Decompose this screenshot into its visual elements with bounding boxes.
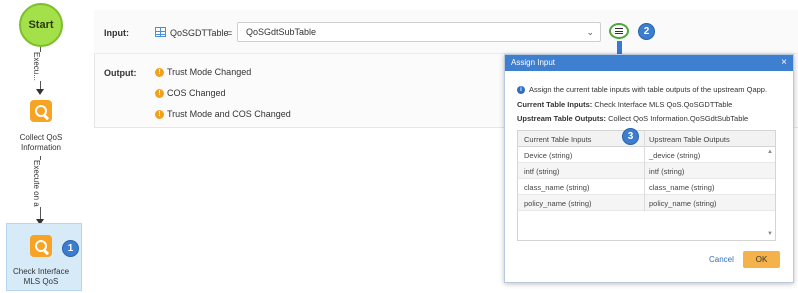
qapp-icon[interactable] [30,100,52,122]
row-output[interactable]: intf (string) [649,167,684,176]
current-inputs-label: Current Table Inputs: [517,100,593,109]
node-collect-qos-label[interactable]: Collect QoS Information [10,133,72,153]
dialog-title: Assign Input [511,58,556,67]
row-input: class_name (string) [524,183,590,192]
row-input: policy_name (string) [524,199,592,208]
table-header: Current Table Inputs Upstream Table Outp… [518,131,775,147]
info-icon: i [517,86,525,94]
output-item: COS Changed [167,88,226,98]
row-input: Device (string) [524,151,573,160]
column-header-current: Current Table Inputs [524,135,592,144]
close-icon[interactable]: × [781,56,787,69]
output-label: Output: [104,68,137,78]
upstream-outputs-label: Upstream Table Outputs: [517,114,607,123]
output-item: Trust Mode and COS Changed [167,109,291,119]
output-item: Trust Mode Changed [167,67,252,77]
edge-label-execute-on[interactable]: Execute on a [30,160,42,207]
equals-sign: = [227,28,233,38]
flow-arrowhead [36,89,44,95]
input-label: Input: [104,28,129,38]
row-output[interactable]: policy_name (string) [649,199,717,208]
flow-canvas: Start Execu... Collect QoS Information E… [0,0,85,293]
mapping-table: Current Table Inputs Upstream Table Outp… [517,130,776,241]
input-variable-name: QoSGDTTable [170,28,229,38]
warning-icon: ! [155,89,164,98]
edge-label-execute[interactable]: Execu... [30,52,42,81]
table-row[interactable]: policy_name (string) policy_name (string… [518,195,775,211]
table-icon [155,27,166,37]
column-header-upstream: Upstream Table Outputs [649,135,730,144]
menu-icon [615,28,623,34]
step-badge-2: 2 [638,23,655,40]
scroll-down-icon[interactable]: ▼ [767,231,773,237]
row-input: intf (string) [524,167,560,176]
table-row[interactable]: Device (string) _device (string) [518,147,775,163]
chevron-down-icon: ⌄ [586,27,594,37]
qapp-icon[interactable] [30,235,52,257]
cancel-button[interactable]: Cancel [709,255,734,264]
warning-icon: ! [155,110,164,119]
scroll-up-icon[interactable]: ▲ [767,149,773,155]
current-inputs-line: Current Table Inputs: Check Interface ML… [517,100,732,109]
input-source-select[interactable]: QoSGdtSubTable ⌄ [237,22,601,42]
row-output[interactable]: _device (string) [649,151,700,160]
step-badge-3: 3 [622,128,639,145]
ok-button[interactable]: OK [743,251,780,268]
assign-input-dialog: Assign Input × i Assign the current tabl… [504,54,794,283]
dialog-info-text: Assign the current table inputs with tab… [529,85,768,94]
step-badge-1: 1 [62,240,79,257]
row-output[interactable]: class_name (string) [649,183,714,192]
node-check-interface-label[interactable]: Check Interface MLS QoS [6,267,76,287]
upstream-outputs-line: Upstream Table Outputs: Collect QoS Info… [517,114,748,123]
table-row[interactable]: intf (string) intf (string) [518,163,775,179]
column-divider [644,131,645,211]
start-label: Start [28,19,54,31]
input-source-value: QoSGdtSubTable [246,27,317,37]
start-node[interactable]: Start [19,3,63,47]
dialog-header: Assign Input × [505,55,793,71]
upstream-outputs-value: Collect QoS Information.QoSGdtSubTable [608,114,749,123]
current-inputs-value: Check Interface MLS QoS.QoSGDTTable [594,100,733,109]
assign-input-menu-button[interactable] [609,23,629,39]
table-row[interactable]: class_name (string) class_name (string) [518,179,775,195]
warning-icon: ! [155,68,164,77]
